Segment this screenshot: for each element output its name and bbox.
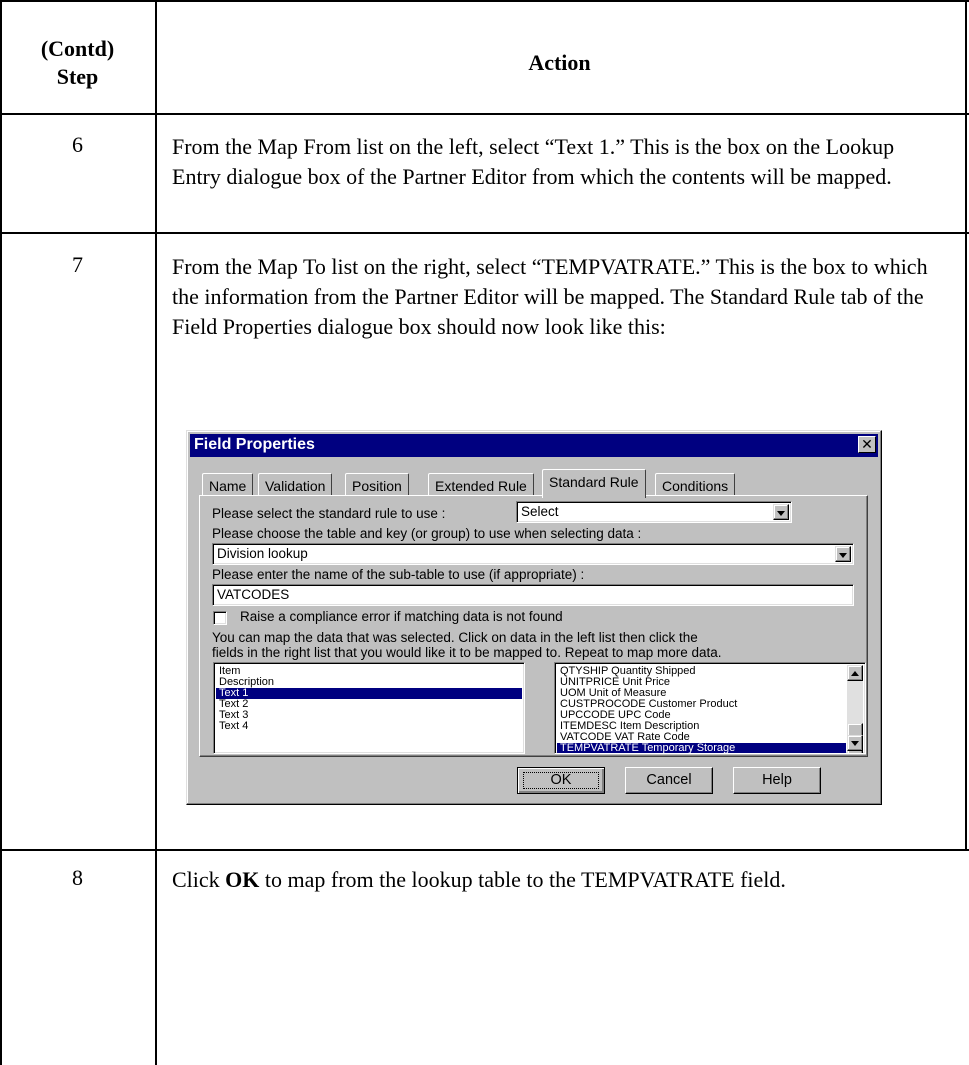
list-item[interactable]: UPCCODE UPC Code xyxy=(557,710,846,721)
ok-button[interactable]: OK xyxy=(517,767,605,794)
map-to-scrollbar[interactable] xyxy=(847,665,863,753)
table-left-border xyxy=(0,0,2,1065)
step-header-line2: Step xyxy=(56,64,99,89)
list-item[interactable]: CUSTPROCODE Customer Product xyxy=(557,699,846,710)
map-from-list[interactable]: Item Description Text 1 Text 2 Text 3 Te… xyxy=(213,662,525,754)
step-header-line1: (Contd) xyxy=(40,36,115,61)
tab-standard-rule[interactable]: Standard Rule xyxy=(542,469,646,498)
list-item[interactable]: Description xyxy=(216,677,522,688)
compliance-checkbox-label[interactable]: Raise a compliance error if matching dat… xyxy=(240,609,563,624)
list-item[interactable]: Text 3 xyxy=(216,710,522,721)
step-text: Click OK to map from the lookup table to… xyxy=(172,865,942,895)
list-item-selected[interactable]: Text 1 xyxy=(216,688,522,699)
map-to-list[interactable]: QTYSHIP Quantity Shipped UNITPRICE Unit … xyxy=(554,662,866,754)
compliance-checkbox[interactable] xyxy=(213,611,227,625)
focus-ring xyxy=(523,772,599,789)
table-select[interactable]: Division lookup xyxy=(212,543,854,565)
list-item[interactable]: UOM Unit of Measure xyxy=(557,688,846,699)
instructions-line: You can map the data that was selected. … xyxy=(212,630,698,645)
header-rule xyxy=(0,113,969,115)
step-number: 7 xyxy=(72,252,83,277)
action-column-header: Action xyxy=(528,50,591,75)
table-right-border xyxy=(965,0,967,849)
cancel-button[interactable]: Cancel xyxy=(625,767,713,794)
rule-label: Please select the standard rule to use : xyxy=(212,506,446,521)
close-icon[interactable]: ✕ xyxy=(858,436,876,453)
dialog-titlebar[interactable]: Field Properties ✕ xyxy=(190,434,878,457)
instructions-line: fields in the right list that you would … xyxy=(212,645,722,660)
column-divider xyxy=(155,0,157,1065)
list-item[interactable]: Text 2 xyxy=(216,699,522,710)
scroll-up-icon[interactable] xyxy=(847,665,863,681)
list-item-selected[interactable]: TEMPVATRATE Temporary Storage xyxy=(557,743,846,753)
scroll-down-icon[interactable] xyxy=(847,735,863,751)
list-item[interactable]: Item xyxy=(216,666,522,677)
step-text-part: to map from the lookup table to the TEMP… xyxy=(259,867,786,892)
row-rule-6 xyxy=(0,232,969,234)
table-select-value: Division lookup xyxy=(217,546,308,561)
table-label: Please choose the table and key (or grou… xyxy=(212,526,642,541)
help-button[interactable]: Help xyxy=(733,767,821,794)
chevron-down-icon[interactable] xyxy=(835,546,851,562)
step-text-part: Click xyxy=(172,867,226,892)
rule-select[interactable]: Select xyxy=(516,501,792,523)
list-item[interactable]: QTYSHIP Quantity Shipped xyxy=(557,666,846,677)
list-item[interactable]: ITEMDESC Item Description xyxy=(557,721,846,732)
list-item[interactable]: Text 4 xyxy=(216,721,522,732)
subtable-input[interactable]: VATCODES xyxy=(212,584,854,606)
ok-emphasis: OK xyxy=(225,867,260,892)
table-top-rule xyxy=(0,0,969,2)
tab-name[interactable]: Name xyxy=(202,473,254,497)
step-number: 6 xyxy=(72,132,83,157)
step-number: 8 xyxy=(72,865,83,890)
list-item[interactable]: VATCODE VAT Rate Code xyxy=(557,732,846,743)
tab-position[interactable]: Position xyxy=(345,473,409,497)
row-rule-7 xyxy=(0,849,969,851)
tab-extended-rule[interactable]: Extended Rule xyxy=(428,473,534,497)
step-text: From the Map To list on the right, selec… xyxy=(172,254,928,339)
field-properties-dialog: Field Properties ✕ Name Validation Posit… xyxy=(186,430,882,805)
step-text: From the Map From list on the left, sele… xyxy=(172,134,895,189)
step-column-header: (Contd) Step xyxy=(0,35,155,91)
standard-rule-panel: Please select the standard rule to use :… xyxy=(199,495,868,757)
tab-conditions[interactable]: Conditions xyxy=(655,473,736,497)
list-item[interactable]: UNITPRICE Unit Price xyxy=(557,677,846,688)
chevron-down-icon[interactable] xyxy=(773,504,789,520)
subtable-label: Please enter the name of the sub-table t… xyxy=(212,567,585,582)
rule-select-value: Select xyxy=(521,504,559,519)
dialog-title: Field Properties xyxy=(194,436,315,453)
subtable-input-value: VATCODES xyxy=(217,587,290,602)
tab-validation[interactable]: Validation xyxy=(258,473,333,497)
